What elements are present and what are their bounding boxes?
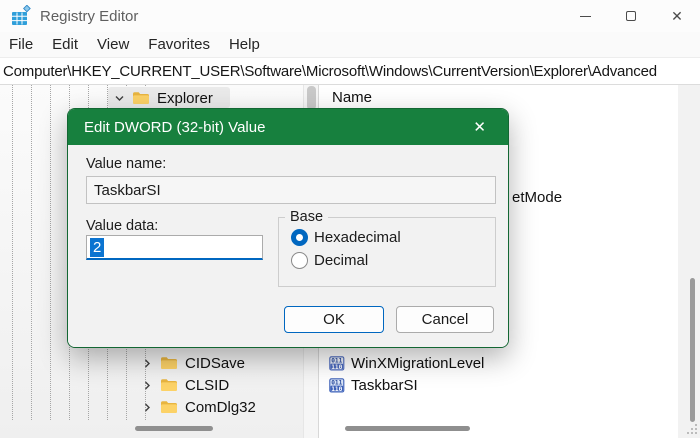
close-button[interactable]: ✕ <box>654 0 700 32</box>
value-name: TaskbarSI <box>351 377 418 394</box>
value-name-label: Value name: <box>86 156 166 172</box>
folder-icon <box>160 400 178 414</box>
tree-item-label: CLSID <box>185 377 229 394</box>
radio-hexadecimal[interactable]: Hexadecimal <box>291 229 495 246</box>
resize-grip-icon[interactable] <box>686 423 699 436</box>
dword-value-icon: 011 110 <box>329 356 345 371</box>
menubar: File Edit View Favorites Help <box>0 32 700 58</box>
dword-value-icon: 011 110 <box>329 378 345 393</box>
content-area: Explorer CIDSave <box>0 85 700 438</box>
folder-icon <box>132 91 150 105</box>
dialog-titlebar: Edit DWORD (32-bit) Value ✕ <box>68 109 508 145</box>
titlebar: Registry Editor ✕ <box>0 0 700 32</box>
scrollbar-thumb[interactable] <box>690 278 695 422</box>
maximize-button[interactable] <box>608 0 654 32</box>
value-name: WinXMigrationLevel <box>351 355 484 372</box>
chevron-right-icon[interactable] <box>141 357 154 369</box>
minimize-icon <box>580 16 591 17</box>
value-name-field[interactable]: TaskbarSI <box>86 176 496 204</box>
folder-icon <box>160 378 178 392</box>
minimize-button[interactable] <box>562 0 608 32</box>
radio-label: Hexadecimal <box>314 229 401 246</box>
menu-file[interactable]: File <box>9 36 33 53</box>
ok-button[interactable]: OK <box>284 306 384 333</box>
menu-view[interactable]: View <box>97 36 129 53</box>
selected-text: 2 <box>90 238 104 257</box>
window-controls: ✕ <box>562 0 700 32</box>
tree-item-clsid[interactable]: CLSID <box>141 374 229 396</box>
registry-app-icon <box>10 5 32 27</box>
value-data-label: Value data: <box>86 218 158 234</box>
chevron-right-icon[interactable] <box>141 401 154 413</box>
tree-horizontal-scrollbar[interactable] <box>135 426 213 431</box>
scrollbar-thumb[interactable] <box>307 86 316 110</box>
address-bar[interactable]: Computer\HKEY_CURRENT_USER\Software\Micr… <box>0 58 700 85</box>
value-row-taskbarsi[interactable]: 011 110 TaskbarSI <box>329 374 418 396</box>
radio-unselected-icon[interactable] <box>291 252 308 269</box>
radio-label: Decimal <box>314 252 368 269</box>
close-icon: ✕ <box>671 9 683 23</box>
window-title: Registry Editor <box>40 8 138 25</box>
maximize-icon <box>626 11 636 21</box>
tree-item-label: Explorer <box>157 90 213 107</box>
menu-edit[interactable]: Edit <box>52 36 78 53</box>
partially-hidden-value[interactable]: etMode <box>512 189 562 206</box>
radio-selected-icon[interactable] <box>291 229 308 246</box>
menu-favorites[interactable]: Favorites <box>148 36 210 53</box>
tree-guide-line <box>31 85 32 420</box>
list-horizontal-scrollbar[interactable] <box>345 426 470 431</box>
tree-item-label: CIDSave <box>185 355 245 372</box>
svg-text:110: 110 <box>331 363 342 370</box>
tree-guide-line <box>50 85 51 420</box>
registry-path: Computer\HKEY_CURRENT_USER\Software\Micr… <box>3 63 657 80</box>
menu-help[interactable]: Help <box>229 36 260 53</box>
folder-icon <box>160 356 178 370</box>
tree-guide-line <box>12 85 13 420</box>
svg-text:110: 110 <box>331 385 342 392</box>
dialog-title: Edit DWORD (32-bit) Value <box>84 119 467 136</box>
name-column-header[interactable]: Name <box>332 89 372 106</box>
chevron-down-icon[interactable] <box>113 92 126 104</box>
dialog-close-icon[interactable]: ✕ <box>467 116 492 138</box>
value-row-winxmigrationlevel[interactable]: 011 110 WinXMigrationLevel <box>329 352 484 374</box>
edit-dword-dialog: Edit DWORD (32-bit) Value ✕ Value name: … <box>67 108 509 348</box>
chevron-right-icon[interactable] <box>141 379 154 391</box>
base-groupbox: Base Hexadecimal Decimal <box>278 209 496 287</box>
list-vertical-scrollbar[interactable] <box>678 85 700 438</box>
tree-item-cidsave[interactable]: CIDSave <box>141 352 245 374</box>
radio-decimal[interactable]: Decimal <box>291 252 495 269</box>
tree-item-label: ComDlg32 <box>185 399 256 416</box>
value-data-input[interactable]: 2 <box>86 235 263 260</box>
dialog-body: Value name: TaskbarSI Value data: 2 Base… <box>68 145 508 348</box>
base-legend: Base <box>285 209 328 225</box>
tree-item-explorer[interactable]: Explorer <box>113 87 213 109</box>
cancel-button[interactable]: Cancel <box>396 306 494 333</box>
tree-item-comdlg32[interactable]: ComDlg32 <box>141 396 256 418</box>
registry-editor-window: Registry Editor ✕ File Edit View Favorit… <box>0 0 700 438</box>
